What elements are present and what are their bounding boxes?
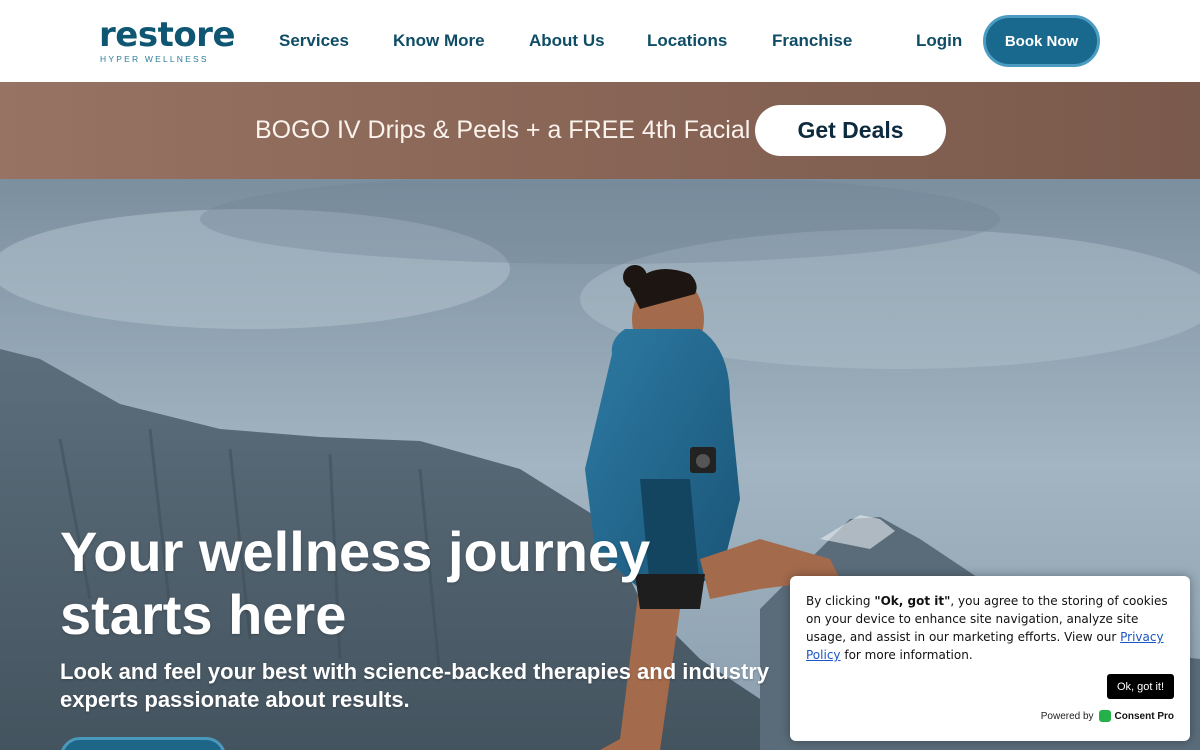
hero-cta-button[interactable] xyxy=(60,737,226,750)
nav-franchise[interactable]: Franchise xyxy=(772,30,852,52)
hero-title: Your wellness journey starts here xyxy=(60,520,651,646)
nav-know-more[interactable]: Know More xyxy=(393,30,485,52)
nav-about-us[interactable]: About Us xyxy=(529,30,605,52)
consent-provider-name: Consent Pro xyxy=(1114,710,1174,722)
restore-logo[interactable]: restore HYPER WELLNESS xyxy=(99,15,236,64)
powered-by: Powered by Consent Pro xyxy=(1041,710,1174,722)
logo-wordmark: restore xyxy=(99,15,236,55)
logo-tagline: HYPER WELLNESS xyxy=(100,54,209,64)
cookie-suffix: for more information. xyxy=(840,648,973,662)
promo-banner: BOGO IV Drips & Peels + a FREE 4th Facia… xyxy=(0,82,1200,179)
promo-text: BOGO IV Drips & Peels + a FREE 4th Facia… xyxy=(255,116,751,144)
get-deals-button[interactable]: Get Deals xyxy=(755,105,946,156)
cookie-message: By clicking "Ok, got it", you agree to t… xyxy=(806,592,1176,664)
nav-locations[interactable]: Locations xyxy=(647,30,727,52)
consent-pro-icon xyxy=(1098,710,1111,722)
book-now-button[interactable]: Book Now xyxy=(983,15,1100,67)
cookie-consent-banner: By clicking "Ok, got it", you agree to t… xyxy=(790,576,1190,741)
cookie-quoted-text: "Ok, got it" xyxy=(874,594,951,608)
cookie-accept-button[interactable]: Ok, got it! xyxy=(1107,674,1174,699)
cookie-prefix: By clicking xyxy=(806,594,875,608)
login-link[interactable]: Login xyxy=(916,30,962,52)
nav-services[interactable]: Services xyxy=(279,30,349,52)
powered-by-label: Powered by xyxy=(1040,710,1094,722)
hero-subtitle: Look and feel your best with science-bac… xyxy=(60,659,770,712)
site-header: restore HYPER WELLNESS Services Know Mor… xyxy=(0,0,1200,82)
